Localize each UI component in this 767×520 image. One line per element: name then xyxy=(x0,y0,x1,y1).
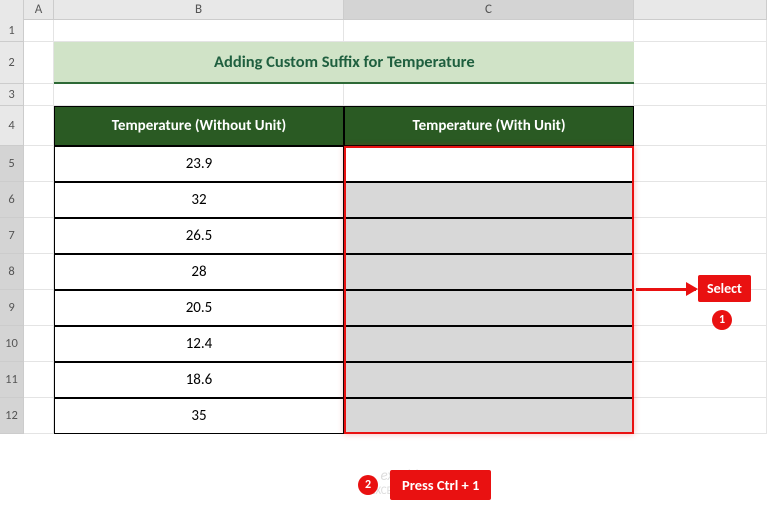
select-callout: Select xyxy=(698,275,751,302)
cell-c1[interactable] xyxy=(344,20,634,42)
cell-d10[interactable] xyxy=(634,326,767,362)
header-with-unit[interactable]: Temperature (With Unit) xyxy=(344,106,634,146)
cell-c12[interactable] xyxy=(344,398,634,434)
bottom-callout-group: 2 Press Ctrl + 1 xyxy=(358,470,491,500)
row-header-8[interactable]: 8 xyxy=(0,254,24,290)
cell-d11[interactable] xyxy=(634,362,767,398)
arrow-icon xyxy=(636,288,696,291)
cell-d4[interactable] xyxy=(634,106,767,146)
column-headers: A B C xyxy=(0,0,767,20)
cell-d6[interactable] xyxy=(634,182,767,218)
cell-a4[interactable] xyxy=(24,106,54,146)
cell-d1[interactable] xyxy=(634,20,767,42)
cell-a11[interactable] xyxy=(24,362,54,398)
row-header-4[interactable]: 4 xyxy=(0,106,24,146)
cell-a3[interactable] xyxy=(24,84,54,106)
row-header-1[interactable]: 1 xyxy=(0,20,24,42)
title-cell[interactable]: Adding Custom Suffix for Temperature xyxy=(344,42,634,84)
cell-c6[interactable] xyxy=(344,182,634,218)
row-header-9[interactable]: 9 xyxy=(0,290,24,326)
spreadsheet-grid: A B C 1 2 Adding Custom Suffix for Tempe… xyxy=(0,0,767,434)
cell-b10[interactable]: 12.4 xyxy=(54,326,344,362)
cell-c7[interactable] xyxy=(344,218,634,254)
cell-d2[interactable] xyxy=(634,42,767,84)
cell-b7[interactable]: 26.5 xyxy=(54,218,344,254)
cell-c9[interactable] xyxy=(344,290,634,326)
cell-a5[interactable] xyxy=(24,146,54,182)
step-badge-2: 2 xyxy=(358,475,378,495)
row-header-11[interactable]: 11 xyxy=(0,362,24,398)
cell-b9[interactable]: 20.5 xyxy=(54,290,344,326)
cell-a8[interactable] xyxy=(24,254,54,290)
cell-d7[interactable] xyxy=(634,218,767,254)
cell-d12[interactable] xyxy=(634,398,767,434)
cell-c3[interactable] xyxy=(344,84,634,106)
title-text: Adding Custom Suffix for Temperature xyxy=(214,52,475,72)
cell-b5[interactable]: 23.9 xyxy=(54,146,344,182)
press-ctrl1-callout: Press Ctrl + 1 xyxy=(390,470,491,500)
row-header-3[interactable]: 3 xyxy=(0,84,24,106)
step-badge-1: 1 xyxy=(712,310,732,330)
cell-a10[interactable] xyxy=(24,326,54,362)
row-header-6[interactable]: 6 xyxy=(0,182,24,218)
cell-a12[interactable] xyxy=(24,398,54,434)
cell-a6[interactable] xyxy=(24,182,54,218)
cell-b3[interactable] xyxy=(54,84,344,106)
row-header-10[interactable]: 10 xyxy=(0,326,24,362)
row-header-2[interactable]: 2 xyxy=(0,42,24,84)
cell-b12[interactable]: 35 xyxy=(54,398,344,434)
cell-c5[interactable] xyxy=(344,146,634,182)
cell-a7[interactable] xyxy=(24,218,54,254)
cell-c8[interactable] xyxy=(344,254,634,290)
cell-a2[interactable] xyxy=(24,42,54,84)
cell-b6[interactable]: 32 xyxy=(54,182,344,218)
col-header-b[interactable]: B xyxy=(54,0,344,19)
cell-a9[interactable] xyxy=(24,290,54,326)
cell-b11[interactable]: 18.6 xyxy=(54,362,344,398)
cell-a1[interactable] xyxy=(24,20,54,42)
col-header-a[interactable]: A xyxy=(24,0,54,19)
col-header-c[interactable]: C xyxy=(344,0,634,19)
row-header-12[interactable]: 12 xyxy=(0,398,24,434)
row-header-5[interactable]: 5 xyxy=(0,146,24,182)
cell-c10[interactable] xyxy=(344,326,634,362)
select-all-corner[interactable] xyxy=(0,0,24,20)
row-header-7[interactable]: 7 xyxy=(0,218,24,254)
cell-d5[interactable] xyxy=(634,146,767,182)
cell-d3[interactable] xyxy=(634,84,767,106)
cell-b1[interactable] xyxy=(54,20,344,42)
col-header-d[interactable] xyxy=(634,0,767,19)
header-without-unit[interactable]: Temperature (Without Unit) xyxy=(54,106,344,146)
cell-b8[interactable]: 28 xyxy=(54,254,344,290)
cell-c11[interactable] xyxy=(344,362,634,398)
